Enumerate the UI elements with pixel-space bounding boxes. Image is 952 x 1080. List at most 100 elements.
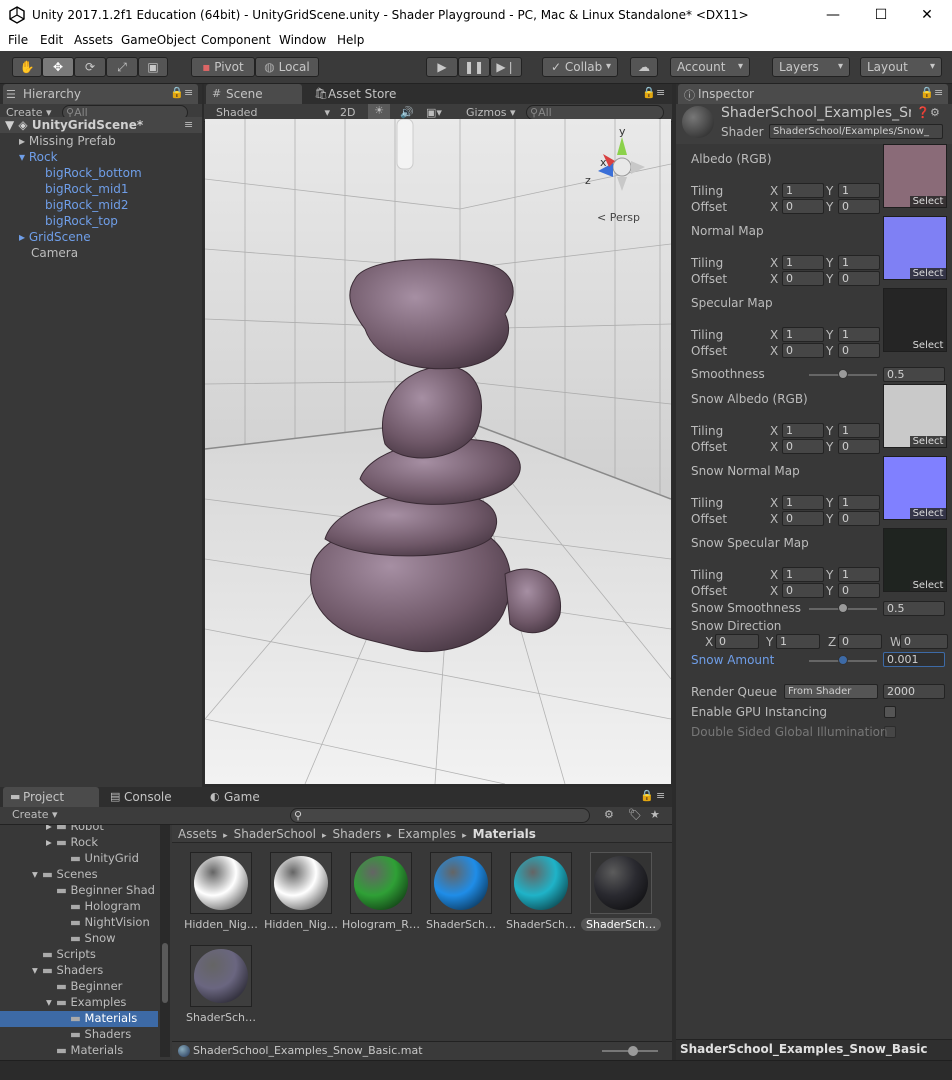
scale-tool-icon[interactable]: ⤢: [106, 57, 138, 77]
tiling-x-field[interactable]: 1: [782, 183, 824, 198]
direction-x-field[interactable]: 0: [715, 634, 759, 649]
breadcrumb-item[interactable]: ShaderSchool: [234, 827, 316, 841]
tree-scrollbar[interactable]: [160, 825, 170, 1057]
minimize-button[interactable]: —: [810, 0, 856, 31]
tiling-x-field[interactable]: 1: [782, 255, 824, 270]
effects-icon[interactable]: ▣▾: [426, 106, 442, 119]
offset-x-field[interactable]: 0: [782, 271, 824, 286]
project-tree-item[interactable]: ▬ Shaders: [60, 1027, 131, 1041]
snow-amount-knob[interactable]: [838, 655, 848, 665]
offset-y-field[interactable]: 0: [838, 511, 880, 526]
layers-dropdown[interactable]: Layers: [772, 57, 850, 77]
panel-menu-icon[interactable]: ≡: [656, 86, 665, 99]
tab-hierarchy[interactable]: Hierarchy: [3, 84, 198, 104]
offset-y-field[interactable]: 0: [838, 343, 880, 358]
snow-smoothness-field[interactable]: 0.5: [883, 601, 945, 616]
menu-help[interactable]: Help: [337, 33, 364, 47]
project-tree-item[interactable]: ▬ Beginner Shad: [46, 883, 155, 897]
select-button[interactable]: Select: [910, 436, 946, 447]
tree-rock[interactable]: ▾ Rock: [19, 150, 58, 164]
lock-icon[interactable]: 🔒: [920, 86, 934, 99]
tiling-y-field[interactable]: 1: [838, 495, 880, 510]
collab-dropdown[interactable]: ✓ Collab: [542, 57, 618, 77]
tree-bigrock-top[interactable]: bigRock_top: [45, 214, 118, 228]
asset-item[interactable]: Hidden_Nig…: [264, 852, 350, 942]
thumbnail-size-slider[interactable]: [602, 1046, 658, 1056]
tiling-x-field[interactable]: 1: [782, 495, 824, 510]
direction-y-field[interactable]: 1: [776, 634, 820, 649]
filter-type-icon[interactable]: ⚙: [604, 808, 614, 821]
offset-x-field[interactable]: 0: [782, 439, 824, 454]
offset-x-field[interactable]: 0: [782, 511, 824, 526]
menu-edit[interactable]: Edit: [40, 33, 63, 47]
project-tree-item[interactable]: ▬ Scripts: [32, 947, 96, 961]
gizmos-dropdown[interactable]: Gizmos ▾: [466, 106, 516, 119]
mode-2d-button[interactable]: 2D: [340, 106, 355, 119]
asset-item[interactable]: ShaderSch…: [581, 852, 670, 942]
help-icon[interactable]: ❓: [916, 106, 930, 119]
asset-item[interactable]: Hologram_R…: [342, 852, 430, 942]
close-button[interactable]: ✕: [904, 0, 950, 31]
tiling-x-field[interactable]: 1: [782, 327, 824, 342]
lock-icon[interactable]: 🔒: [640, 789, 654, 802]
menu-assets[interactable]: Assets: [74, 33, 113, 47]
offset-x-field[interactable]: 0: [782, 199, 824, 214]
settings-gear-icon[interactable]: ⚙: [930, 106, 940, 119]
tiling-y-field[interactable]: 1: [838, 183, 880, 198]
tiling-y-field[interactable]: 1: [838, 255, 880, 270]
hand-tool-icon[interactable]: ✋: [12, 57, 42, 77]
asset-item[interactable]: ShaderSch…: [506, 852, 590, 942]
offset-y-field[interactable]: 0: [838, 199, 880, 214]
layout-dropdown[interactable]: Layout: [860, 57, 942, 77]
menu-file[interactable]: File: [8, 33, 28, 47]
double-sided-gi-checkbox[interactable]: [884, 726, 896, 738]
panel-menu-icon[interactable]: ≡: [656, 789, 665, 802]
account-dropdown[interactable]: Account: [670, 57, 750, 77]
expand-arrow-icon[interactable]: ▾: [46, 995, 56, 1009]
expand-arrow-icon[interactable]: ▾: [32, 867, 42, 881]
project-tree-item[interactable]: ▸ ▬ Robot: [46, 825, 104, 833]
render-queue-field[interactable]: 2000: [883, 684, 945, 699]
scroll-thumb[interactable]: [162, 943, 168, 1003]
shading-dropdown[interactable]: Shaded ▾: [216, 106, 330, 119]
audio-icon[interactable]: 🔊: [400, 106, 414, 119]
favorite-star-icon[interactable]: ★: [650, 808, 660, 821]
offset-x-field[interactable]: 0: [782, 583, 824, 598]
pivot-toggle[interactable]: ▪ Pivot: [191, 57, 255, 77]
rotate-tool-icon[interactable]: ⟳: [74, 57, 106, 77]
lock-icon[interactable]: 🔒: [642, 86, 656, 99]
asset-item[interactable]: Hidden_Nig…: [184, 852, 270, 942]
project-tree-item[interactable]: ▬ Beginner: [46, 979, 122, 993]
breadcrumb-item[interactable]: Shaders: [332, 827, 381, 841]
tab-inspector[interactable]: Inspector: [678, 84, 948, 104]
offset-y-field[interactable]: 0: [838, 439, 880, 454]
local-toggle[interactable]: ◍ Local: [255, 57, 319, 77]
project-tree-item[interactable]: ▬ Hologram: [60, 899, 141, 913]
project-tree-item[interactable]: ▾ ▬ Examples: [46, 995, 126, 1009]
select-button[interactable]: Select: [910, 340, 946, 351]
render-queue-dropdown[interactable]: From Shader: [784, 684, 878, 699]
texture-slot[interactable]: Select: [883, 384, 947, 448]
scene-viewport[interactable]: y x z < Persp: [205, 119, 671, 784]
select-button[interactable]: Select: [910, 508, 946, 519]
expand-arrow-icon[interactable]: ▾: [32, 963, 42, 977]
project-tree-item[interactable]: ▬ Snow: [60, 931, 116, 945]
asset-item[interactable]: ShaderSch…: [426, 852, 510, 942]
move-tool-icon[interactable]: ✥: [42, 57, 74, 77]
rect-tool-icon[interactable]: ▣: [138, 57, 168, 77]
project-tree-item[interactable]: ▬ Materials: [46, 1043, 123, 1057]
snow-smoothness-knob[interactable]: [838, 603, 848, 613]
scene-root[interactable]: ▼ ◈ UnityGridScene*: [5, 118, 143, 132]
offset-x-field[interactable]: 0: [782, 343, 824, 358]
direction-w-field[interactable]: 0: [900, 634, 948, 649]
offset-y-field[interactable]: 0: [838, 271, 880, 286]
tiling-y-field[interactable]: 1: [838, 327, 880, 342]
tree-bigrock-mid1[interactable]: bigRock_mid1: [45, 182, 129, 196]
menu-window[interactable]: Window: [279, 33, 326, 47]
project-tree-item[interactable]: ▬ UnityGrid: [60, 851, 139, 865]
lock-icon[interactable]: 🔒: [170, 86, 184, 99]
scene-search-input[interactable]: ⚲All: [526, 105, 664, 120]
play-button[interactable]: ▶: [426, 57, 458, 77]
texture-slot[interactable]: Select: [883, 288, 947, 352]
tree-missing-prefab[interactable]: ▸ Missing Prefab: [19, 134, 116, 148]
